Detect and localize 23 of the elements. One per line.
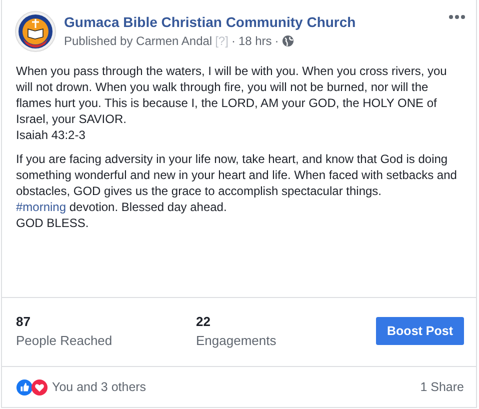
separator: · bbox=[231, 34, 236, 48]
stat-label: People Reached bbox=[16, 333, 114, 348]
shares-count[interactable]: 1 Share bbox=[420, 380, 464, 394]
like-icon[interactable] bbox=[16, 378, 33, 396]
publisher-text: Published by Carmen Andal bbox=[64, 34, 212, 48]
more-options-icon[interactable] bbox=[448, 14, 466, 20]
love-icon[interactable] bbox=[31, 378, 48, 396]
separator: · bbox=[274, 34, 279, 48]
stat-value: 22 bbox=[196, 314, 212, 329]
post-time[interactable]: 18 hrs bbox=[238, 34, 272, 48]
post-text: #morning devotion. Blessed day ahead. bbox=[16, 199, 228, 215]
globe-icon bbox=[282, 35, 294, 47]
hashtag-link[interactable]: #morning bbox=[16, 200, 66, 214]
stat-value: 87 bbox=[16, 314, 32, 329]
page-name-link[interactable]: Gumaca Bible Christian Community Church bbox=[64, 14, 356, 30]
church-logo-icon bbox=[15, 11, 56, 52]
reactions-text[interactable]: You and 3 others bbox=[52, 380, 146, 394]
stat-label: Engagements bbox=[196, 333, 278, 348]
post-text: GOD BLESS. bbox=[16, 215, 90, 231]
post-text: Isaiah 43:2-3 bbox=[16, 127, 86, 143]
boost-post-button[interactable]: Boost Post bbox=[376, 317, 464, 345]
post-text: If you are facing adversity in your life now, take heart, and know that God is doing something wonderful and new in your heart and life. When faced with setbacks and obstacles, GOD gives us the grace to accomplish spectacular things. bbox=[16, 151, 458, 199]
post-text: When you pass through the waters, I will be with you. When you cross rivers, you will not drown. When you walk through fire, you will not be burned, nor will the flames hurt you. This is because I, the LORD, AM your GOD, the HOLY ONE of Israel, your SAVIOR. bbox=[16, 63, 448, 127]
